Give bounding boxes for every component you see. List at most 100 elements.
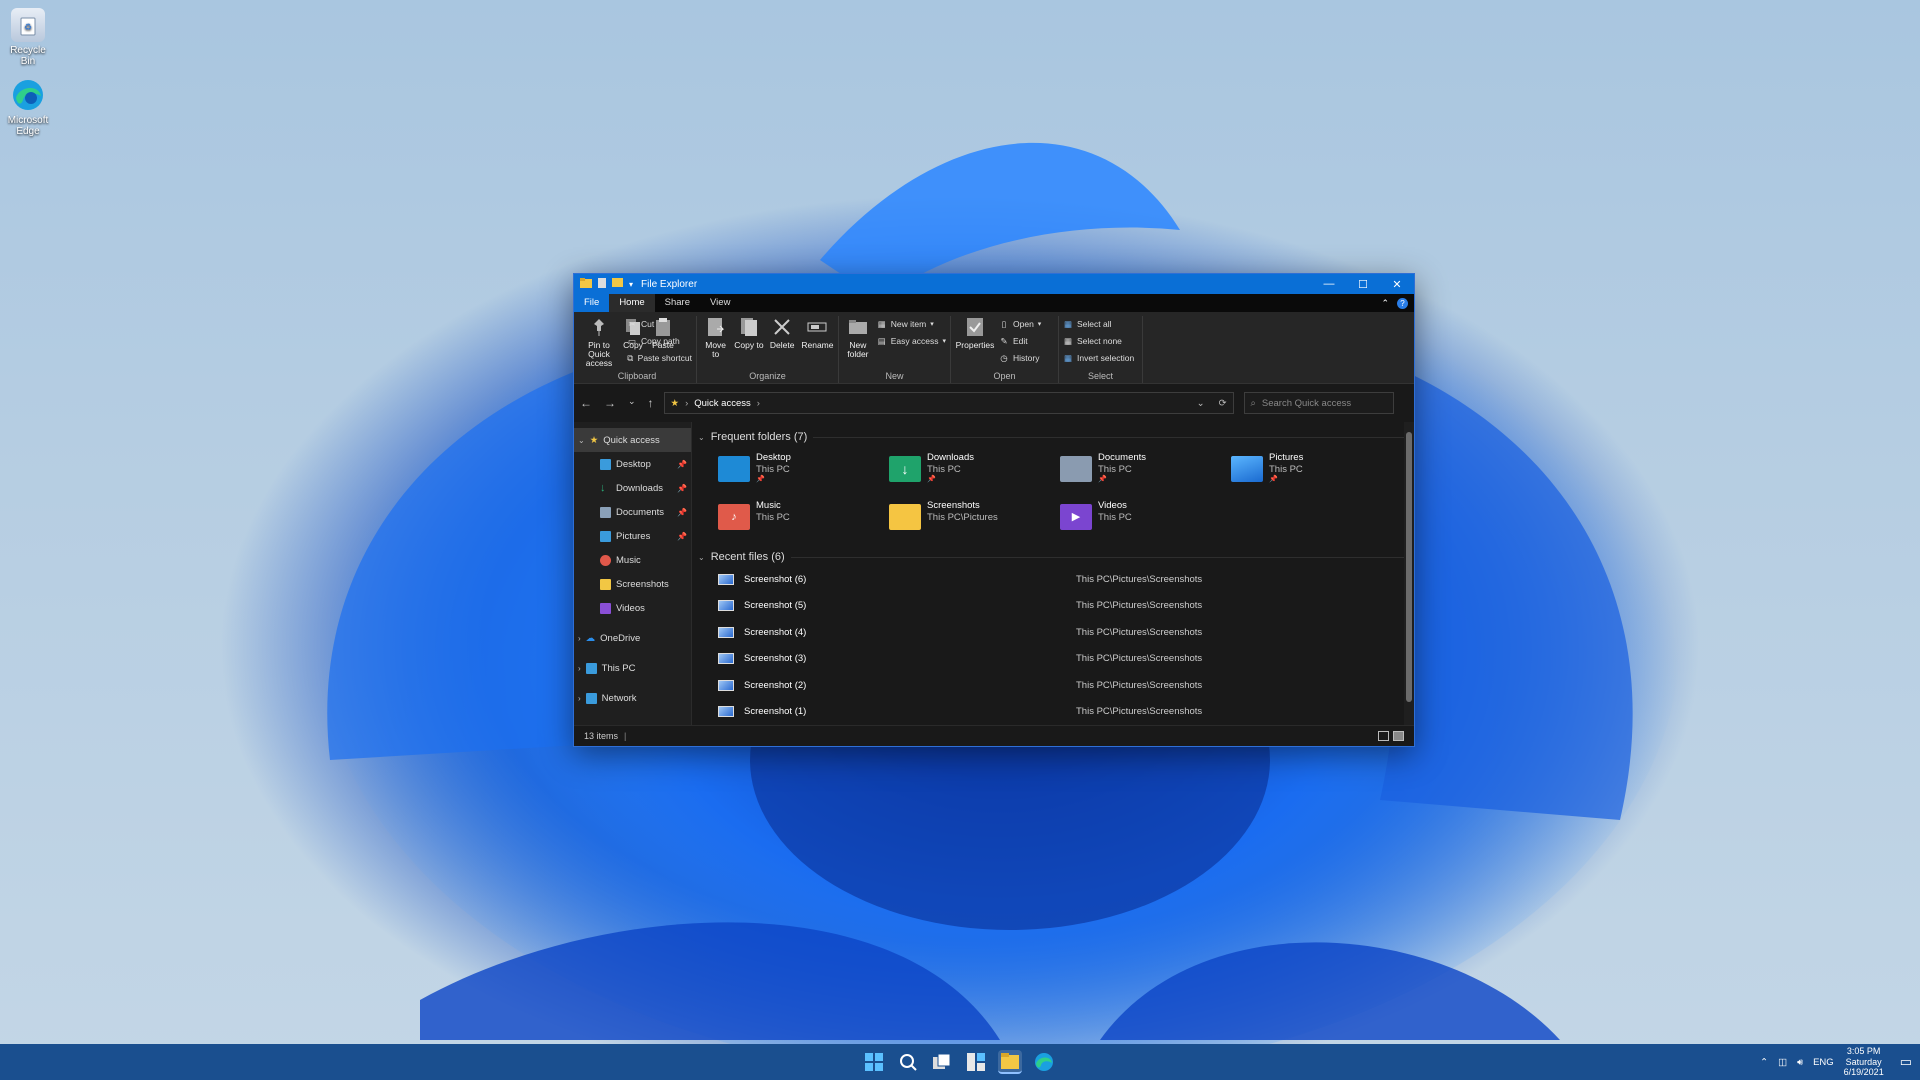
open-button[interactable]: ▯ Open ▾ [999,317,1042,331]
folder-screenshots[interactable]: Screenshots This PC\Pictures [889,500,1060,542]
search-button[interactable] [896,1050,920,1074]
list-item[interactable]: Screenshot (4) This PC\Pictures\Screensho… [718,619,1404,646]
tab-file[interactable]: File [574,294,610,312]
list-item[interactable]: Screenshot (3) This PC\Pictures\Screensho… [718,646,1404,673]
explorer-body: ⌄ ★ Quick access Desktop 📌 ↓ Downloads 📌… [574,422,1414,725]
sidebar-item-screenshots[interactable]: Screenshots [574,572,691,596]
expand-chevron-icon[interactable]: › [578,664,581,673]
network-icon[interactable]: ◫ [1778,1057,1787,1068]
section-frequent-folders[interactable]: ⌄ Frequent folders (7) [698,428,1404,446]
maximize-button[interactable]: ☐ [1346,274,1380,294]
list-item[interactable]: Screenshot (5) This PC\Pictures\Screensho… [718,593,1404,620]
new-folder-button[interactable]: New folder [843,316,873,371]
list-item[interactable]: Screenshot (1) This PC\Pictures\Screensho… [718,699,1404,726]
input-language[interactable]: ENG [1813,1057,1834,1068]
list-item[interactable]: Screenshot (2) This PC\Pictures\Screensho… [718,672,1404,699]
cut-button[interactable]: ✂ Cut [627,317,692,331]
large-icons-view-icon[interactable] [1393,730,1404,741]
tab-home[interactable]: Home [609,294,655,312]
collapse-ribbon-icon[interactable]: ⌃ [1381,298,1389,309]
breadcrumb[interactable]: Quick access [694,398,751,409]
details-view-icon[interactable] [1378,730,1389,741]
folder-desktop[interactable]: Desktop This PC 📌 [718,452,889,494]
open-label: Open [1013,319,1034,329]
notification-center-icon[interactable]: ▭ [1900,1054,1912,1070]
documents-icon [600,506,611,518]
computer-icon [585,662,597,674]
tab-view[interactable]: View [700,294,740,312]
sidebar-item-documents[interactable]: Documents 📌 [574,500,691,524]
collapse-chevron-icon[interactable]: ⌄ [698,553,705,562]
forward-button[interactable]: → [604,396,616,410]
recent-locations-button[interactable]: ⌄ [628,396,636,410]
folder-documents[interactable]: Documents This PC 📌 [1060,452,1231,494]
expand-chevron-icon[interactable]: › [578,634,581,643]
vertical-scrollbar[interactable] [1404,422,1414,725]
address-bar[interactable]: ★ › Quick access › ⌄ ⟳ [663,392,1234,414]
delete-button[interactable]: Delete [768,316,797,371]
paste-shortcut-button[interactable]: ⧉ Paste shortcut [627,351,692,365]
sidebar-item-onedrive[interactable]: › ☁ OneDrive [574,626,691,650]
desktop-icon-label: Recycle Bin [10,45,46,67]
task-view-button[interactable] [930,1050,954,1074]
history-button[interactable]: ◷ History [999,351,1041,365]
folder-location: This PC [1269,463,1303,475]
scrollbar-thumb[interactable] [1406,432,1412,702]
back-button[interactable]: ← [580,396,592,410]
properties-icon[interactable] [598,277,606,291]
select-all-button[interactable]: ▦ Select all [1063,317,1134,331]
file-explorer-taskbar-button[interactable] [998,1050,1022,1074]
minimize-button[interactable]: — [1312,274,1346,294]
desktop-icon-edge[interactable]: Microsoft Edge [2,78,54,137]
desktop-icon-recycle-bin[interactable]: ♻ Recycle Bin [2,8,54,67]
select-none-button[interactable]: ▦ Select none [1063,334,1134,348]
expand-chevron-icon[interactable]: ⌄ [578,436,585,445]
copy-to-button[interactable]: Copy to [734,316,764,371]
rename-button[interactable]: Rename [801,316,834,371]
widgets-button[interactable] [964,1050,988,1074]
collapse-chevron-icon[interactable]: ⌄ [698,433,705,442]
expand-chevron-icon[interactable]: › [578,694,581,703]
section-recent-files[interactable]: ⌄ Recent files (6) [698,548,1404,566]
section-divider [790,556,1404,558]
invert-selection-button[interactable]: ▦ Invert selection [1063,351,1134,365]
copy-path-button[interactable]: ▭ Copy path [627,334,692,348]
sidebar-item-quick-access[interactable]: ⌄ ★ Quick access [574,428,691,452]
folder-videos[interactable]: ▶ Videos This PC [1060,500,1231,542]
folder-name: Videos [1098,500,1127,511]
folder-downloads[interactable]: ↓ Downloads This PC 📌 [889,452,1060,494]
properties-button[interactable]: Properties [955,316,995,371]
help-icon[interactable]: ? [1397,297,1408,309]
easy-access-button[interactable]: ▤ Easy access ▾ [877,334,946,348]
address-dropdown-icon[interactable]: ⌄ [1197,398,1205,409]
clock[interactable]: 3:05 PM Saturday 6/19/2021 [1844,1046,1884,1077]
folder-music[interactable]: ♪ Music This PC [718,500,889,542]
up-button[interactable]: ↑ [648,396,654,410]
show-hidden-icons-icon[interactable]: ⌃ [1760,1057,1768,1068]
sidebar-item-downloads[interactable]: ↓ Downloads 📌 [574,476,691,500]
list-item[interactable]: Screenshot (6) This PC\Pictures\Screensho… [718,566,1404,593]
image-file-icon [718,573,734,585]
title-bar[interactable]: ▾ File Explorer — ☐ ✕ [574,274,1414,294]
move-to-button[interactable]: Move to [701,316,730,371]
close-button[interactable]: ✕ [1380,274,1414,294]
edge-taskbar-button[interactable] [1032,1050,1056,1074]
new-folder-icon[interactable] [612,278,623,290]
start-button[interactable] [862,1050,886,1074]
folder-pictures[interactable]: Pictures This PC 📌 [1231,452,1402,494]
volume-icon[interactable]: 🔊︎ [1797,1057,1803,1068]
sidebar-item-desktop[interactable]: Desktop 📌 [574,452,691,476]
sidebar-item-music[interactable]: Music [574,548,691,572]
sidebar-item-network[interactable]: › Network [574,686,691,710]
edit-button[interactable]: ✎ Edit [999,334,1041,348]
refresh-icon[interactable]: ⟳ [1219,398,1227,409]
new-item-button[interactable]: ▦ New item ▾ [877,317,946,331]
search-box[interactable]: ⌕ Search Quick access [1243,392,1394,414]
customize-qat-icon[interactable]: ▾ [629,280,633,289]
sidebar-item-videos[interactable]: Videos [574,596,691,620]
pin-icon: 📌 [927,475,936,483]
pin-quick-access-button[interactable]: Pin to Quick access [582,316,616,371]
sidebar-item-pictures[interactable]: Pictures 📌 [574,524,691,548]
tab-share[interactable]: Share [655,294,700,312]
sidebar-item-this-pc[interactable]: › This PC [574,656,691,680]
